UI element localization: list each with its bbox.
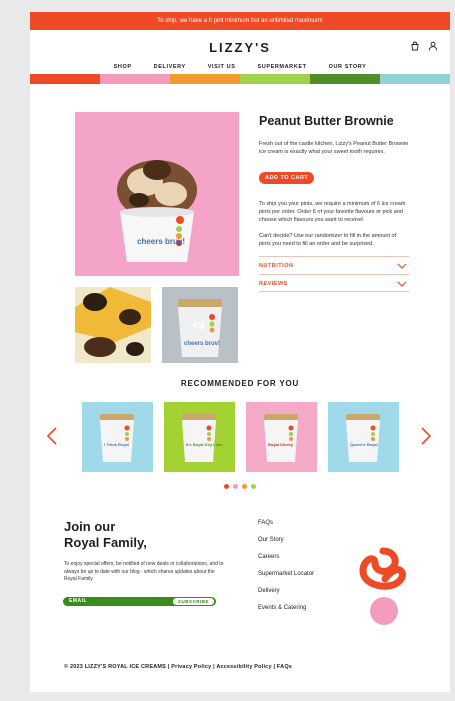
carousel-dot[interactable] <box>233 484 238 489</box>
footer-link-events-catering[interactable]: Events & Catering <box>258 600 314 617</box>
product-section: cheers bruv! +3 cheers bruv! Peanut Butt… <box>30 84 450 369</box>
accordion-nutrition[interactable]: NUTRITION <box>259 256 409 274</box>
carousel-dot[interactable] <box>242 484 247 489</box>
footer-link-supermarket-locator[interactable]: Supermarket Locator <box>258 566 314 583</box>
pint-label: I Think Royal <box>104 442 129 447</box>
product-info: Peanut Butter Brownie Fresh out of the c… <box>259 114 409 292</box>
privacy-policy-link[interactable]: Privacy Policy <box>171 664 211 670</box>
footer-link-careers[interactable]: Careers <box>258 549 314 566</box>
product-description: Fresh out of the castle kitchen, Lizzy's… <box>259 141 409 155</box>
carousel-dot[interactable] <box>251 484 256 489</box>
recommended-title: RECOMMENDED FOR YOU <box>180 379 300 388</box>
pint-image: It's Royal Key Lime <box>164 402 235 472</box>
pint-image: Queen's Royal <box>328 402 399 472</box>
subscribe-button[interactable]: SUBSCRIBE <box>172 598 214 605</box>
site-header: LIZZY'S SHOP DELIVERY VISIT US SUPERMARK… <box>30 30 450 74</box>
newsletter-title-line-2: Royal Family, <box>64 535 147 550</box>
copyright-text: © 2023 LIZZY'S ROYAL ICE CREAMS <box>64 664 167 670</box>
pint-label: Royal Cherry <box>268 442 294 447</box>
site-footer: Join our Royal Family, To enjoy special … <box>30 509 450 646</box>
brand-mark-logo <box>359 547 407 625</box>
faqs-link[interactable]: FAQs <box>277 664 292 670</box>
recommended-product[interactable]: Queen's Royal <box>328 402 399 472</box>
stripe-segment <box>100 74 170 84</box>
pint-image: I Think Royal <box>82 402 153 472</box>
thumb-overlay-count: +3 <box>192 320 205 332</box>
copyright-bar: © 2023 LIZZY'S ROYAL ICE CREAMS | Privac… <box>64 664 292 670</box>
stripe-segment <box>240 74 310 84</box>
recommended-product[interactable]: It's Royal Key Lime <box>164 402 235 472</box>
pint-thumbnail-illustration: +3 cheers bruv! <box>162 287 238 363</box>
carousel-dots <box>30 484 450 489</box>
pint-label: It's Royal Key Lime <box>186 442 223 447</box>
email-field-label: EMAIL <box>69 598 88 604</box>
accessibility-policy-link[interactable]: Accessibility Policy <box>216 664 271 670</box>
thumb-pint-label: cheers bruv! <box>184 341 220 347</box>
page: To ship, we have a 6 pint minimum but an… <box>30 12 450 692</box>
nav-item-delivery[interactable]: DELIVERY <box>154 64 186 70</box>
footer-link-faqs[interactable]: FAQs <box>258 515 314 532</box>
stripe-segment <box>170 74 240 84</box>
newsletter-description: To enjoy special offers, be notified of … <box>64 561 224 582</box>
nav-item-supermarket[interactable]: SUPERMARKET <box>257 64 306 70</box>
product-thumbnail-2[interactable]: +3 cheers bruv! <box>162 287 238 363</box>
email-field[interactable]: EMAIL SUBSCRIBE <box>63 597 216 606</box>
recommended-product[interactable]: Royal Cherry <box>246 402 317 472</box>
chevron-right-icon[interactable] <box>420 427 432 445</box>
product-title: Peanut Butter Brownie <box>259 114 394 128</box>
nav-item-visit-us[interactable]: VISIT US <box>208 64 236 70</box>
announcement-bar: To ship, we have a 6 pint minimum but an… <box>30 12 450 30</box>
carousel-dot[interactable] <box>224 484 229 489</box>
site-logo[interactable]: LIZZY'S <box>30 40 450 55</box>
accordion-label: REVIEWS <box>259 281 288 287</box>
recommended-carousel: I Think Royal It's Royal Key Lime Royal … <box>82 402 399 472</box>
pint-label-text: cheers bruv! <box>137 237 185 246</box>
color-stripe <box>30 74 450 84</box>
add-to-cart-button[interactable]: ADD TO CART <box>259 172 315 184</box>
chevron-down-icon <box>397 281 407 287</box>
nav-item-our-story[interactable]: OUR STORY <box>329 64 367 70</box>
product-thumbnail-1[interactable] <box>75 287 151 363</box>
newsletter-title: Join our Royal Family, <box>64 519 147 551</box>
shipping-note: To ship you your pints, we require a min… <box>259 201 406 223</box>
footer-links: FAQs Our Story Careers Supermarket Locat… <box>258 515 314 617</box>
newsletter-title-line-1: Join our <box>64 519 116 534</box>
footer-link-our-story[interactable]: Our Story <box>258 532 314 549</box>
chevron-down-icon <box>397 263 407 269</box>
randomizer-note: Can't decide? Use our randomizer to fill… <box>259 233 397 247</box>
nav-item-shop[interactable]: SHOP <box>114 64 132 70</box>
footer-link-delivery[interactable]: Delivery <box>258 583 314 600</box>
stripe-segment <box>310 74 380 84</box>
product-main-image[interactable]: cheers bruv! <box>75 112 239 276</box>
pint-image: Royal Cherry <box>246 402 317 472</box>
recommended-product[interactable]: I Think Royal <box>82 402 153 472</box>
ice-cream-pint-illustration: cheers bruv! <box>117 160 197 262</box>
recommended-section: RECOMMENDED FOR YOU I Think Royal It's R… <box>30 369 450 509</box>
stripe-segment <box>30 74 100 84</box>
user-icon[interactable] <box>428 41 438 51</box>
accordion-label: NUTRITION <box>259 263 294 269</box>
cart-icon[interactable] <box>410 41 420 51</box>
ice-cream-closeup-illustration <box>75 287 151 363</box>
product-accordion: NUTRITION REVIEWS <box>259 256 409 292</box>
accordion-reviews[interactable]: REVIEWS <box>259 274 409 292</box>
pint-label: Queen's Royal <box>350 442 378 447</box>
main-nav: SHOP DELIVERY VISIT US SUPERMARKET OUR S… <box>30 64 450 70</box>
chevron-left-icon[interactable] <box>46 427 58 445</box>
stripe-segment <box>380 74 450 84</box>
